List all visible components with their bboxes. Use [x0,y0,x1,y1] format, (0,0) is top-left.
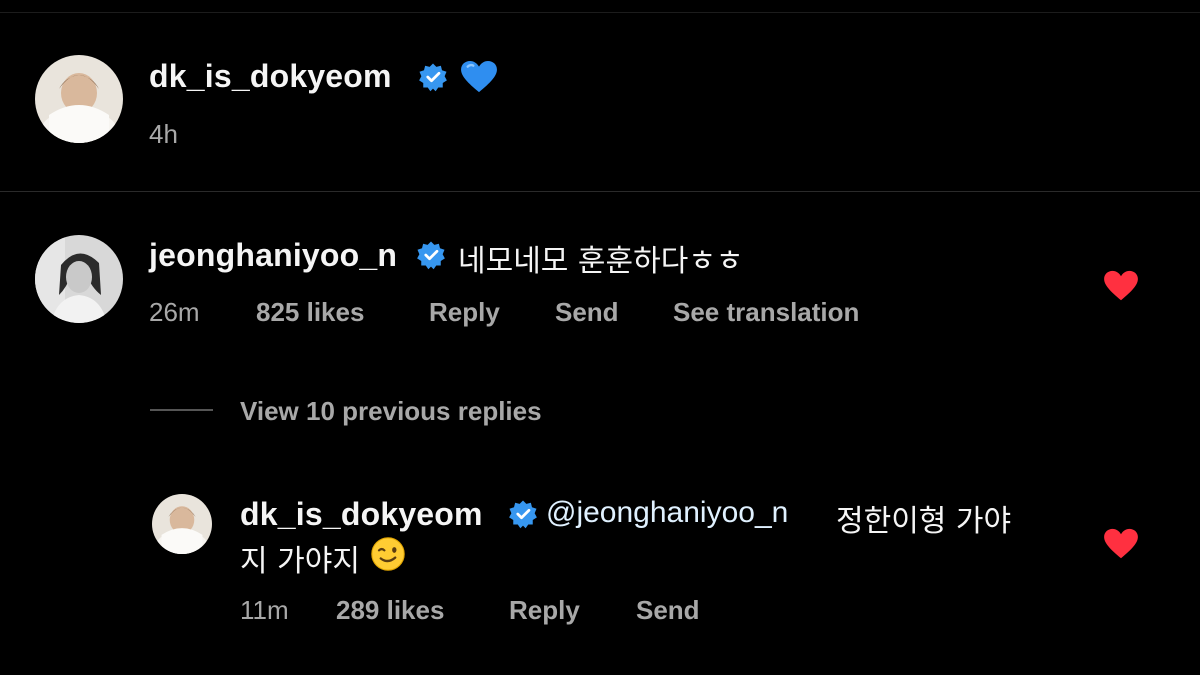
blue-heart-icon [460,60,498,94]
comment-reply-button[interactable]: Reply [429,297,500,328]
reply-text-line1: 정한이형 가야 [836,504,1012,539]
caption-timestamp: 4h [149,119,178,149]
verified-badge-icon [416,240,446,270]
reply-reply-button[interactable]: Reply [509,595,580,626]
verified-badge-icon [418,62,448,92]
comment-likes-count[interactable]: 825 likes [256,297,364,328]
reply-send-button[interactable]: Send [636,595,700,626]
comment-avatar[interactable] [35,235,123,323]
comment-username[interactable]: jeonghaniyoo_n [149,237,397,274]
reply-text-line2: 지 가야지 [240,544,360,579]
verified-badge-icon [508,499,538,529]
view-previous-replies-button[interactable]: View 10 previous replies [240,396,542,427]
see-translation-button[interactable]: See translation [673,297,859,328]
winking-face-icon [370,536,406,572]
replies-indent-line [150,409,213,411]
comment-timestamp: 26m [149,297,200,327]
comment-send-button[interactable]: Send [555,297,619,328]
top-divider [0,12,1200,13]
reply-timestamp: 11m [240,595,289,625]
reply-mention-link[interactable]: @jeonghaniyoo_n [546,496,788,530]
comment-liked-heart-icon[interactable] [1103,270,1139,302]
reply-avatar[interactable] [152,494,212,554]
caption-divider [0,191,1200,192]
reply-username[interactable]: dk_is_dokyeom [240,496,483,533]
reply-liked-heart-icon[interactable] [1103,528,1139,560]
caption-avatar[interactable] [35,55,123,143]
caption-username[interactable]: dk_is_dokyeom [149,58,392,95]
comment-text: 네모네모 훈훈하다ㅎㅎ [458,244,744,279]
reply-likes-count[interactable]: 289 likes [336,595,444,626]
